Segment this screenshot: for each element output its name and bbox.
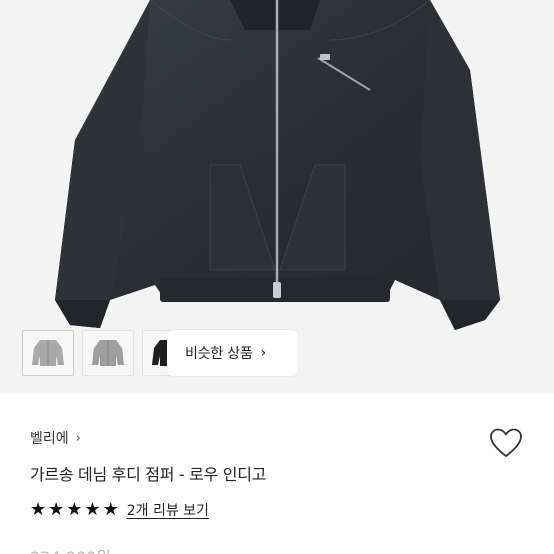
rating-row: ★ ★ ★ ★ ★ 2개 리뷰 보기 xyxy=(30,500,209,520)
star-icon: ★ xyxy=(66,499,83,520)
star-rating: ★ ★ ★ ★ ★ xyxy=(30,501,119,519)
chevron-right-icon: › xyxy=(260,345,267,361)
star-icon: ★ xyxy=(102,499,119,520)
thumbnail-gray-hoodie-1[interactable] xyxy=(22,330,74,376)
similar-products-button[interactable]: 비슷한 상품 › xyxy=(167,330,298,376)
product-title: 가르송 데님 후디 점퍼 - 로우 인디고 xyxy=(30,465,267,484)
star-icon: ★ xyxy=(30,499,47,520)
brand-name: 벨리에 xyxy=(30,431,69,447)
product-price: 234,000원 xyxy=(30,544,111,554)
star-icon: ★ xyxy=(84,499,101,520)
chevron-right-icon: › xyxy=(75,430,81,446)
brand-link[interactable]: 벨리에 › xyxy=(30,428,81,448)
similar-products-label: 비슷한 상품 xyxy=(185,346,253,362)
reviews-link[interactable]: 2개 리뷰 보기 xyxy=(127,500,209,520)
product-image[interactable]: 비슷한 상품 › xyxy=(0,0,554,393)
thumbnail-gray-hoodie-2[interactable] xyxy=(82,330,134,376)
heart-outline-icon[interactable] xyxy=(488,426,524,460)
star-icon: ★ xyxy=(48,499,65,520)
